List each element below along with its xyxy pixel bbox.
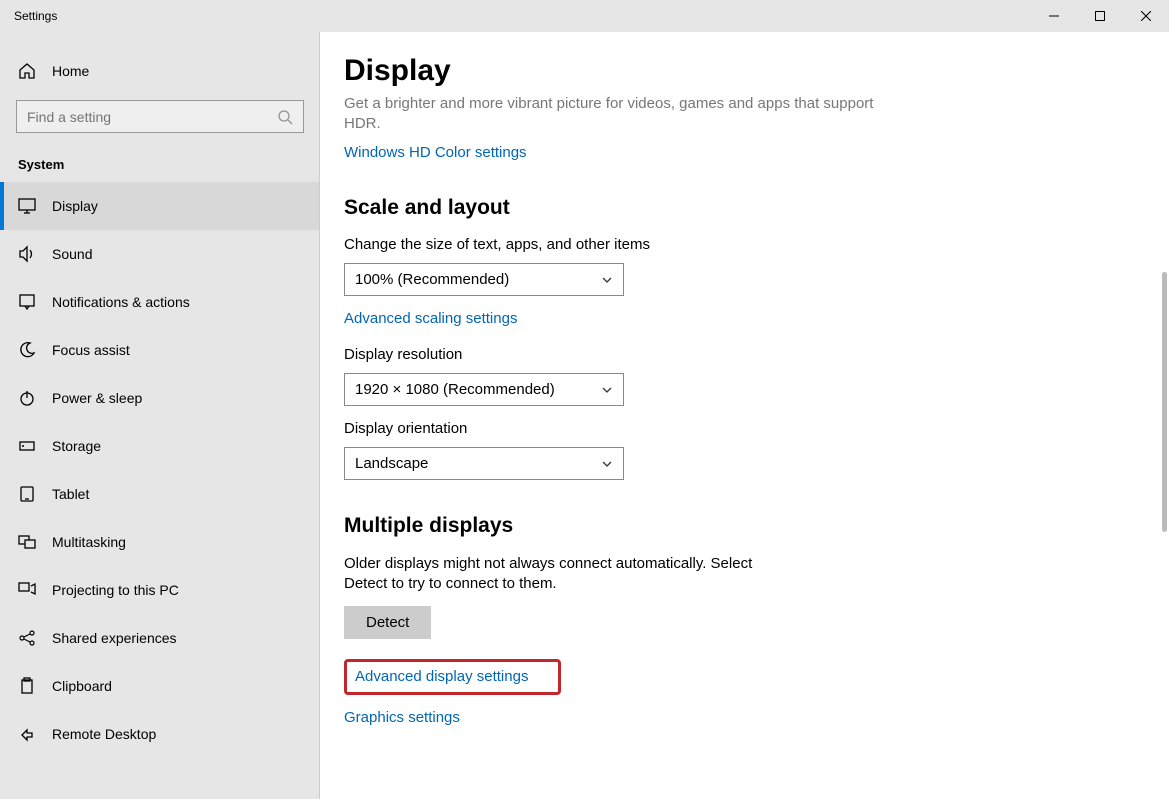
sidebar-item-label: Shared experiences: [52, 630, 177, 646]
sidebar-item-label: Notifications & actions: [52, 294, 190, 310]
sidebar-item-label: Tablet: [52, 486, 89, 502]
hd-color-link[interactable]: Windows HD Color settings: [344, 144, 527, 161]
storage-icon: [18, 437, 36, 455]
remote-icon: [18, 725, 36, 743]
search-input[interactable]: [27, 109, 277, 125]
chevron-down-icon: [601, 274, 613, 286]
resolution-label: Display resolution: [344, 346, 904, 363]
display-icon: [18, 197, 36, 215]
hdr-description: Get a brighter and more vibrant picture …: [344, 94, 904, 134]
sidebar-item-label: Power & sleep: [52, 390, 142, 406]
graphics-settings-link[interactable]: Graphics settings: [344, 709, 460, 726]
orientation-select[interactable]: Landscape: [344, 447, 624, 480]
text-size-select[interactable]: 100% (Recommended): [344, 263, 624, 296]
sidebar-item-moon[interactable]: Focus assist: [0, 326, 320, 374]
sidebar-item-remote[interactable]: Remote Desktop: [0, 710, 320, 758]
notifications-icon: [18, 293, 36, 311]
window-title: Settings: [0, 9, 57, 23]
sidebar-item-label: Clipboard: [52, 678, 112, 694]
home-nav[interactable]: Home: [0, 52, 320, 90]
sidebar-item-power[interactable]: Power & sleep: [0, 374, 320, 422]
nav-list: Display Sound Notifications & actions Focus…: [0, 182, 320, 758]
sidebar-item-label: Storage: [52, 438, 101, 454]
sidebar-item-label: Sound: [52, 246, 92, 262]
sidebar-item-display[interactable]: Display: [0, 182, 320, 230]
search-icon: [277, 109, 293, 125]
detect-button[interactable]: Detect: [344, 606, 431, 639]
sidebar-item-sound[interactable]: Sound: [0, 230, 320, 278]
chevron-down-icon: [601, 384, 613, 396]
close-icon: [1141, 11, 1151, 21]
maximize-button[interactable]: [1077, 0, 1123, 32]
scrollbar-thumb[interactable]: [1162, 272, 1167, 532]
sidebar: Home System Display Sound Notifications & …: [0, 32, 320, 799]
sidebar-item-label: Display: [52, 198, 98, 214]
sidebar-item-clipboard[interactable]: Clipboard: [0, 662, 320, 710]
page-title: Display: [344, 54, 1129, 88]
scrollbar[interactable]: [1162, 32, 1167, 799]
sidebar-item-multitask[interactable]: Multitasking: [0, 518, 320, 566]
multiple-displays-heading: Multiple displays: [344, 514, 904, 538]
share-icon: [18, 629, 36, 647]
maximize-icon: [1095, 11, 1105, 21]
resolution-select[interactable]: 1920 × 1080 (Recommended): [344, 373, 624, 406]
sidebar-item-notifications[interactable]: Notifications & actions: [0, 278, 320, 326]
close-button[interactable]: [1123, 0, 1169, 32]
advanced-display-link[interactable]: Advanced display settings: [355, 668, 528, 685]
clipboard-icon: [18, 677, 36, 695]
sidebar-item-label: Remote Desktop: [52, 726, 156, 742]
power-icon: [18, 389, 36, 407]
home-label: Home: [52, 63, 89, 79]
sidebar-item-share[interactable]: Shared experiences: [0, 614, 320, 662]
sidebar-item-label: Multitasking: [52, 534, 126, 550]
text-size-value: 100% (Recommended): [355, 271, 509, 288]
orientation-label: Display orientation: [344, 420, 904, 437]
resolution-value: 1920 × 1080 (Recommended): [355, 381, 555, 398]
sidebar-item-label: Focus assist: [52, 342, 130, 358]
multitask-icon: [18, 533, 36, 551]
sidebar-item-project[interactable]: Projecting to this PC: [0, 566, 320, 614]
content-area: Display Get a brighter and more vibrant …: [320, 32, 1169, 799]
minimize-icon: [1049, 11, 1059, 21]
text-size-label: Change the size of text, apps, and other…: [344, 236, 904, 253]
sound-icon: [18, 245, 36, 263]
tablet-icon: [18, 485, 36, 503]
home-icon: [18, 62, 36, 80]
moon-icon: [18, 341, 36, 359]
minimize-button[interactable]: [1031, 0, 1077, 32]
titlebar: Settings: [0, 0, 1169, 32]
advanced-scaling-link[interactable]: Advanced scaling settings: [344, 310, 517, 327]
sidebar-item-label: Projecting to this PC: [52, 582, 179, 598]
project-icon: [18, 581, 36, 599]
chevron-down-icon: [601, 458, 613, 470]
orientation-value: Landscape: [355, 455, 428, 472]
highlight-box: Advanced display settings: [344, 659, 561, 695]
scale-heading: Scale and layout: [344, 196, 904, 220]
sidebar-item-storage[interactable]: Storage: [0, 422, 320, 470]
sidebar-item-tablet[interactable]: Tablet: [0, 470, 320, 518]
category-label: System: [0, 149, 320, 182]
multiple-displays-desc: Older displays might not always connect …: [344, 554, 794, 594]
search-box[interactable]: [16, 100, 304, 133]
